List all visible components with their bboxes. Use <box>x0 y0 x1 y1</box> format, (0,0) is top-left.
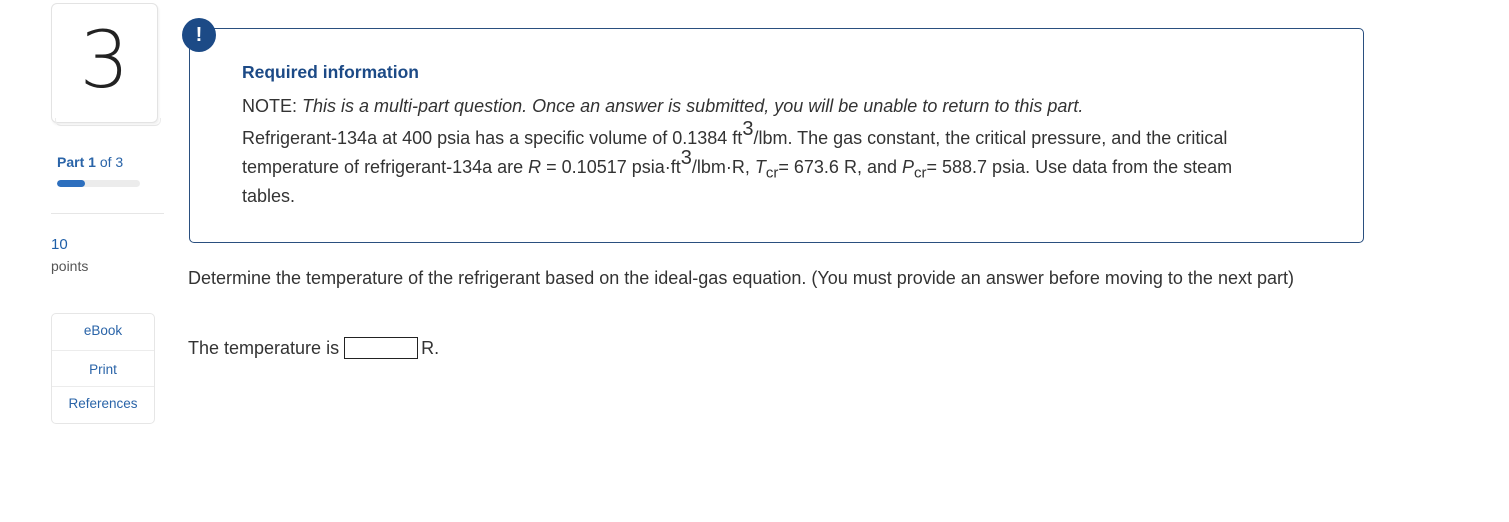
resources-separator <box>52 386 154 387</box>
points-value: 10 <box>51 236 68 253</box>
print-link[interactable]: Print <box>52 362 154 377</box>
info-text: /lbm·R, <box>691 157 755 177</box>
info-text: /lbm. The gas constant, the critical pre… <box>753 128 1228 148</box>
assignment-page: 3 Part 1 of 3 10 points eBook Print Refe… <box>0 0 1509 522</box>
symbol-R: R <box>528 157 542 177</box>
question-number: 3 <box>79 16 130 106</box>
question-number-card: 3 <box>51 3 158 123</box>
info-title: Required information <box>242 62 419 82</box>
info-line-1: Refrigerant-134a at 400 psia has a speci… <box>242 119 1342 153</box>
note-text: This is a multi-part question. Once an a… <box>302 96 1084 116</box>
info-line-3: tables. <box>242 186 296 206</box>
info-body: Refrigerant-134a at 400 psia has a speci… <box>242 119 1342 211</box>
part-current: 1 <box>88 154 96 170</box>
part-progress-bar <box>57 180 140 187</box>
info-text: = 0.10517 psia·ft <box>541 157 681 177</box>
info-text: = 673.6 R, and <box>778 157 902 177</box>
info-text: Refrigerant-134a at 400 psia has a speci… <box>242 128 743 148</box>
symbol-T: T <box>754 157 766 177</box>
note-prefix: NOTE: <box>242 96 303 116</box>
exclamation-icon: ! <box>182 18 216 52</box>
part-total: 3 <box>115 154 124 170</box>
points-label: points <box>51 258 89 274</box>
part-of: of <box>99 154 112 170</box>
info-text: temperature of refrigerant-134a are <box>242 157 529 177</box>
answer-unit: R. <box>421 337 440 358</box>
symbol-P: P <box>901 157 914 177</box>
info-line-2: temperature of refrigerant-134a are R = … <box>242 148 1342 182</box>
resources-separator <box>52 350 154 351</box>
part-indicator: Part 1 of 3 <box>57 154 123 170</box>
info-note: NOTE: This is a multi-part question. Onc… <box>242 96 1083 117</box>
resources-panel: eBook Print References <box>51 313 155 424</box>
question-prompt: Determine the temperature of the refrige… <box>188 268 1294 288</box>
part-progress-fill <box>57 180 85 187</box>
superscript: 3 <box>680 147 692 169</box>
subscript: cr <box>914 164 927 182</box>
superscript: 3 <box>742 118 754 140</box>
question-card-stack-edge <box>55 118 161 126</box>
answer-prefix: The temperature is <box>188 337 340 358</box>
temperature-input[interactable] <box>344 337 419 359</box>
left-divider <box>51 213 164 214</box>
info-text: = 588.7 psia. Use data from the steam <box>926 157 1233 177</box>
part-word: Part <box>57 154 85 170</box>
references-link[interactable]: References <box>52 396 154 411</box>
answer-row: The temperature is R. <box>188 337 439 359</box>
ebook-link[interactable]: eBook <box>52 323 154 338</box>
subscript: cr <box>765 164 779 182</box>
